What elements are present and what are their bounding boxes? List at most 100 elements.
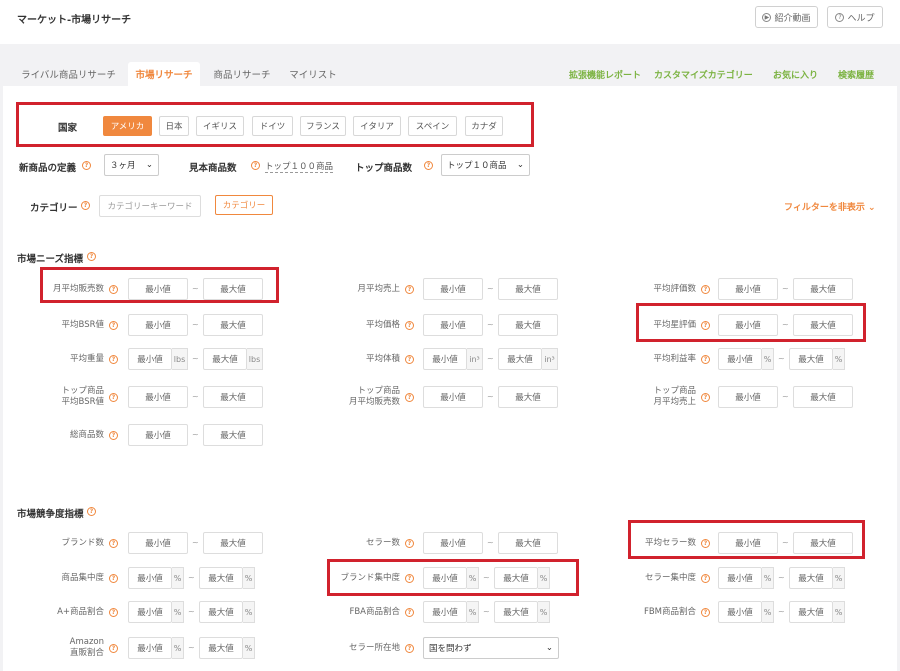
max-input[interactable]: 最大値 [793, 386, 853, 408]
help-icon[interactable]: ? [109, 393, 118, 402]
min-input[interactable]: 最小値 [423, 348, 467, 370]
min-input[interactable]: 最小値 [718, 348, 762, 370]
min-input[interactable]: 最小値 [128, 424, 188, 446]
help-icon[interactable]: ? [405, 539, 414, 548]
max-input[interactable]: 最大値 [498, 532, 558, 554]
min-input[interactable]: 最小値 [423, 278, 483, 300]
max-input[interactable]: 最大値 [498, 386, 558, 408]
max-input[interactable]: 最大値 [203, 532, 263, 554]
top-count-select[interactable]: トップ１０商品 ⌄ [441, 154, 530, 176]
help-icon[interactable]: ? [405, 321, 414, 330]
max-input[interactable]: 最大値 [199, 637, 243, 659]
max-input[interactable]: 最大値 [789, 348, 833, 370]
extension-report-link[interactable]: 拡張機能レポート [569, 68, 641, 81]
max-input[interactable]: 最大値 [793, 278, 853, 300]
min-input[interactable]: 最小値 [128, 601, 172, 623]
min-input[interactable]: 最小値 [128, 567, 172, 589]
help-icon[interactable]: ? [109, 285, 118, 294]
country-spain[interactable]: スペイン [408, 116, 457, 136]
max-input[interactable]: 最大値 [789, 567, 833, 589]
max-input[interactable]: 最大値 [498, 348, 542, 370]
help-icon[interactable]: ? [109, 539, 118, 548]
help-icon[interactable]: ? [405, 355, 414, 364]
country-italy[interactable]: イタリア [353, 116, 401, 136]
min-input[interactable]: 最小値 [718, 314, 778, 336]
tab-rival-research[interactable]: ライバル商品リサーチ [17, 62, 120, 86]
country-usa[interactable]: アメリカ [103, 116, 152, 136]
custom-category-link[interactable]: カスタマイズカテゴリー [654, 68, 753, 81]
max-input[interactable]: 最大値 [203, 278, 263, 300]
country-uk[interactable]: イギリス [196, 116, 244, 136]
new-def-select[interactable]: ３ヶ月 ⌄ [104, 154, 159, 176]
help-icon[interactable]: ? [109, 574, 118, 583]
search-history-link[interactable]: 検索履歴 [838, 68, 874, 81]
min-input[interactable]: 最小値 [128, 386, 188, 408]
seller-location-select[interactable]: 国を問わず ⌄ [423, 637, 559, 659]
max-input[interactable]: 最大値 [793, 532, 853, 554]
max-input[interactable]: 最大値 [789, 601, 833, 623]
min-input[interactable]: 最小値 [423, 601, 467, 623]
help-icon[interactable]: ? [87, 252, 96, 261]
help-icon[interactable]: ? [251, 161, 260, 170]
min-input[interactable]: 最小値 [423, 386, 483, 408]
sample-value[interactable]: トップ１００商品 [265, 160, 334, 173]
help-icon[interactable]: ? [701, 321, 710, 330]
help-icon[interactable]: ? [82, 161, 91, 170]
min-input[interactable]: 最小値 [423, 314, 483, 336]
max-input[interactable]: 最大値 [203, 424, 263, 446]
min-input[interactable]: 最小値 [718, 601, 762, 623]
help-icon[interactable]: ? [405, 644, 414, 653]
help-icon[interactable]: ? [701, 285, 710, 294]
max-input[interactable]: 最大値 [494, 567, 538, 589]
max-input[interactable]: 最大値 [498, 278, 558, 300]
favorites-link[interactable]: お気に入り [773, 68, 818, 81]
help-icon[interactable]: ? [81, 201, 90, 210]
help-icon[interactable]: ? [701, 355, 710, 364]
country-france[interactable]: フランス [300, 116, 346, 136]
max-input[interactable]: 最大値 [498, 314, 558, 336]
tab-market-research[interactable]: 市場リサーチ [128, 62, 200, 86]
max-input[interactable]: 最大値 [494, 601, 538, 623]
tab-product-research[interactable]: 商品リサーチ [208, 62, 276, 86]
max-input[interactable]: 最大値 [203, 314, 263, 336]
max-input[interactable]: 最大値 [793, 314, 853, 336]
hide-filter-link[interactable]: フィルターを非表示 ⌄ [784, 200, 876, 213]
help-icon[interactable]: ? [109, 644, 118, 653]
country-japan[interactable]: 日本 [159, 116, 189, 136]
help-icon[interactable]: ? [405, 574, 414, 583]
max-input[interactable]: 最大値 [199, 601, 243, 623]
tab-my-list[interactable]: マイリスト [284, 62, 342, 86]
help-icon[interactable]: ? [109, 608, 118, 617]
help-icon[interactable]: ? [109, 431, 118, 440]
help-icon[interactable]: ? [701, 539, 710, 548]
help-icon[interactable]: ? [109, 355, 118, 364]
country-canada[interactable]: カナダ [465, 116, 503, 136]
country-germany[interactable]: ドイツ [252, 116, 293, 136]
max-input[interactable]: 最大値 [203, 386, 263, 408]
max-input[interactable]: 最大値 [199, 567, 243, 589]
help-icon[interactable]: ? [701, 608, 710, 617]
help-icon[interactable]: ? [405, 608, 414, 617]
min-input[interactable]: 最小値 [718, 386, 778, 408]
help-button[interactable]: ? ヘルプ [827, 6, 883, 28]
min-input[interactable]: 最小値 [128, 314, 188, 336]
help-icon[interactable]: ? [405, 393, 414, 402]
category-keyword-input[interactable]: カテゴリーキーワード [99, 195, 201, 217]
min-input[interactable]: 最小値 [718, 278, 778, 300]
help-icon[interactable]: ? [424, 161, 433, 170]
min-input[interactable]: 最小値 [128, 278, 188, 300]
min-input[interactable]: 最小値 [128, 532, 188, 554]
help-icon[interactable]: ? [701, 393, 710, 402]
help-icon[interactable]: ? [87, 507, 96, 516]
min-input[interactable]: 最小値 [423, 532, 483, 554]
min-input[interactable]: 最小値 [423, 567, 467, 589]
help-icon[interactable]: ? [701, 574, 710, 583]
help-icon[interactable]: ? [405, 285, 414, 294]
min-input[interactable]: 最小値 [128, 637, 172, 659]
max-input[interactable]: 最大値 [203, 348, 247, 370]
help-icon[interactable]: ? [109, 321, 118, 330]
min-input[interactable]: 最小値 [718, 532, 778, 554]
category-button[interactable]: カテゴリー [215, 195, 273, 215]
min-input[interactable]: 最小値 [128, 348, 172, 370]
min-input[interactable]: 最小値 [718, 567, 762, 589]
